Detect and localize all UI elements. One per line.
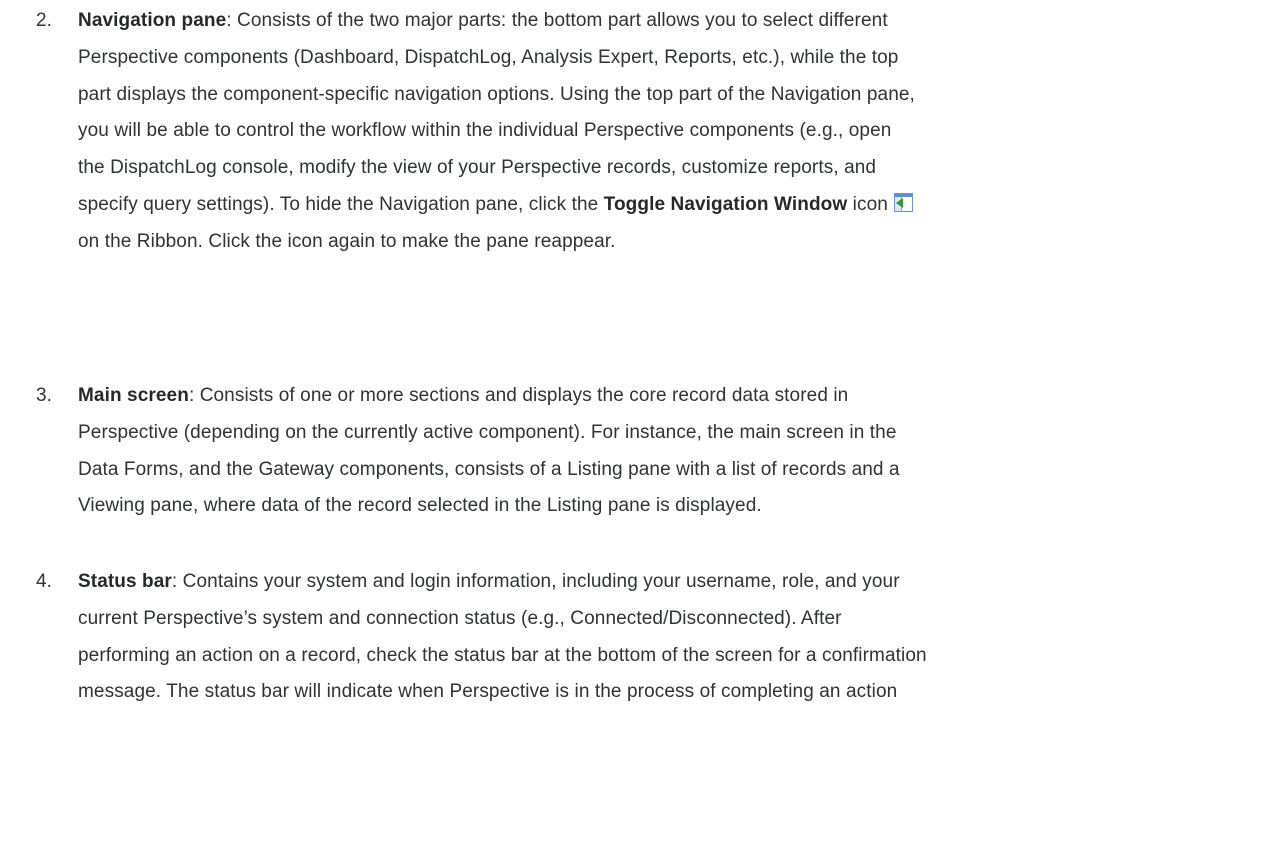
list-number: 2. (36, 10, 53, 31)
term-main-screen: Main screen (78, 385, 189, 406)
term-navigation-pane: Navigation pane (78, 10, 227, 31)
list-number: 3. (36, 385, 53, 406)
document-page: 2. Navigation pane: Consists of the two … (0, 0, 1265, 861)
list-item-text: Main screen: Consists of one or more sec… (78, 385, 900, 517)
term-status-bar: Status bar (78, 571, 172, 592)
term-toggle-navigation-window: Toggle Navigation Window (603, 193, 848, 215)
list-item-main-screen: 3. Main screen: Consists of one or more … (36, 378, 1248, 525)
list-item-status-bar: 4. Status bar: Contains your system and … (36, 564, 1248, 711)
list-item-text: Navigation pane: Consists of the two maj… (78, 10, 915, 252)
list-number: 4. (36, 571, 53, 592)
toggle-navigation-window-icon (894, 192, 914, 212)
list-item-navigation-pane: 2. Navigation pane: Consists of the two … (36, 3, 1248, 261)
list-item-text: Status bar: Contains your system and log… (78, 571, 927, 703)
